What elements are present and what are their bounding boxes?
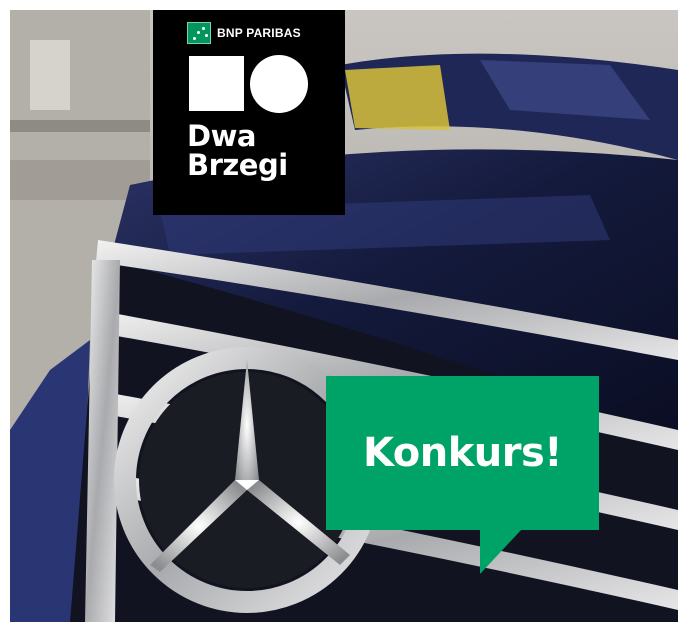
poster-frame: BNP PARIBAS Dwa Brzegi Konkurs! (0, 0, 682, 627)
contest-label: Konkurs! (362, 430, 563, 476)
bank-name: BNP PARIBAS (217, 26, 301, 40)
bnp-stars-icon (187, 22, 211, 44)
speech-bubble-tail (480, 529, 522, 574)
bnp-paribas-logo: BNP PARIBAS (187, 22, 301, 44)
brand-title: Dwa Brzegi (187, 122, 288, 180)
brand-title-line2: Brzegi (187, 148, 288, 182)
dwa-brzegi-logo-box: BNP PARIBAS Dwa Brzegi (153, 10, 345, 215)
contest-speech-bubble: Konkurs! (326, 376, 599, 530)
square-shape-icon (189, 56, 244, 111)
circle-shape-icon (250, 55, 308, 113)
brand-title-line1: Dwa (187, 119, 256, 153)
